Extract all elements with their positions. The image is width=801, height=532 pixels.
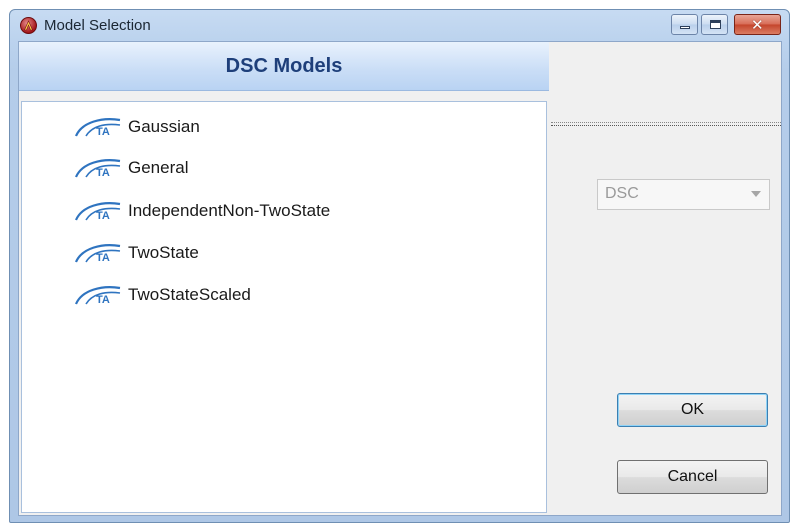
model-label: General: [128, 158, 189, 177]
ta-model-icon: TA: [74, 159, 121, 179]
model-label: TwoState: [128, 243, 199, 262]
ta-model-icon: TA: [74, 118, 121, 138]
model-list[interactable]: TA Gaussian TA General TA IndependentNon…: [21, 101, 547, 513]
list-item-independent-non-two-state[interactable]: TA IndependentNon-TwoState: [72, 199, 330, 223]
svg-text:TA: TA: [96, 210, 110, 222]
ok-button[interactable]: OK: [617, 393, 768, 427]
minimize-icon: [680, 26, 690, 29]
minimize-button[interactable]: [671, 14, 698, 35]
window-title: Model Selection: [44, 17, 151, 34]
title-bar[interactable]: Model Selection ✕: [10, 10, 789, 42]
list-item-general[interactable]: TA General: [72, 156, 188, 180]
models-header-title: DSC Models: [225, 54, 343, 77]
maximize-icon: [710, 20, 721, 29]
close-icon: ✕: [751, 16, 764, 34]
close-button[interactable]: ✕: [734, 14, 781, 35]
ta-model-icon: TA: [74, 202, 121, 222]
maximize-button[interactable]: [701, 14, 728, 35]
model-label: TwoStateScaled: [128, 285, 251, 304]
model-label: Gaussian: [128, 117, 200, 136]
header-divider: [551, 122, 781, 126]
app-icon[interactable]: [20, 17, 37, 34]
model-type-select-value: DSC: [605, 185, 639, 202]
chevron-down-icon: [751, 191, 761, 197]
ta-model-icon: TA: [74, 244, 121, 264]
list-item-two-state-scaled[interactable]: TA TwoStateScaled: [72, 283, 251, 307]
ta-model-icon: TA: [74, 286, 121, 306]
model-selection-window: Model Selection ✕ DSC Models TA Gaussian…: [9, 9, 790, 523]
svg-text:TA: TA: [96, 294, 110, 306]
svg-text:TA: TA: [96, 167, 110, 179]
model-label: IndependentNon-TwoState: [128, 201, 331, 220]
svg-text:TA: TA: [96, 126, 110, 138]
list-item-two-state[interactable]: TA TwoState: [72, 241, 199, 265]
models-header: DSC Models: [19, 42, 549, 91]
model-type-select[interactable]: DSC: [597, 179, 770, 210]
dialog-client-area: DSC Models TA Gaussian TA General TA Ind…: [18, 41, 782, 516]
svg-text:TA: TA: [96, 252, 110, 264]
list-item-gaussian[interactable]: TA Gaussian: [72, 115, 200, 139]
cancel-button[interactable]: Cancel: [617, 460, 768, 494]
